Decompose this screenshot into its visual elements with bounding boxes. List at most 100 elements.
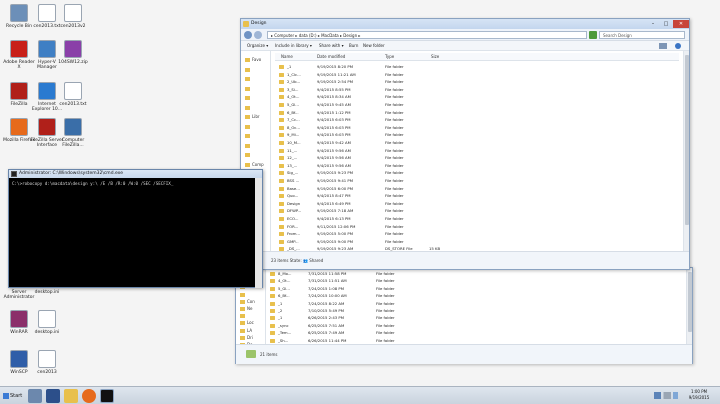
nav-item[interactable] — [245, 133, 252, 138]
desktop-icon[interactable]: desktop.ini — [30, 310, 64, 335]
app-icon — [38, 350, 56, 368]
tray-icons[interactable] — [654, 392, 678, 399]
cmd-scrollbar[interactable] — [255, 178, 262, 288]
folder-icon — [279, 239, 284, 244]
nav-item[interactable] — [245, 86, 252, 91]
nav-item-icon — [245, 86, 250, 91]
folder-icon — [279, 171, 284, 176]
nav-item[interactable] — [245, 76, 252, 81]
nav-item-label: Favo — [252, 57, 262, 62]
cmd-icon — [11, 171, 17, 177]
app-icon — [10, 310, 28, 328]
nav-item[interactable] — [240, 292, 247, 297]
firefox-taskbar-icon[interactable] — [82, 389, 96, 403]
cmd-line: C:\>robocopy d:\macdata\design y:\ /E /B… — [12, 181, 174, 186]
minimize-button[interactable]: – — [647, 20, 659, 28]
nav-item-icon — [240, 307, 245, 311]
nav-item[interactable]: Dri — [240, 335, 253, 340]
share-with-menu[interactable]: Share with ▾ — [319, 41, 344, 51]
nav-item-icon — [245, 105, 250, 110]
start-button[interactable]: Start — [1, 389, 25, 403]
nav-item-icon — [245, 115, 250, 119]
desktop-icon[interactable]: cen2013.txt — [56, 82, 90, 107]
column-size[interactable]: Size — [431, 53, 439, 61]
nav-item[interactable]: Comp — [245, 162, 264, 167]
folder-icon — [279, 72, 284, 77]
app-icon — [64, 40, 82, 58]
app-icon — [38, 40, 56, 58]
clock[interactable]: 1:00 PM 9/19/2015 — [682, 389, 716, 401]
nav-item-label: Ne — [247, 306, 253, 311]
desktop-icon-label: cen2013 — [37, 370, 57, 375]
new-folder-button[interactable]: New folder — [363, 41, 385, 51]
nav-item-icon — [240, 321, 245, 326]
powershell-icon[interactable] — [46, 389, 60, 403]
include-in-library-menu[interactable]: Include in library ▾ — [275, 41, 312, 51]
folder-icon — [270, 316, 275, 321]
maximize-button[interactable]: □ — [660, 20, 672, 28]
desktop-icon[interactable]: Computer FileZilla... — [56, 118, 90, 148]
folder-icon — [279, 179, 284, 183]
column-type[interactable]: Type — [385, 53, 394, 61]
cmd-title: Administrator: C:\Windows\system32\cmd.e… — [19, 171, 123, 176]
scrollbar[interactable] — [683, 51, 689, 251]
organize-menu[interactable]: Organize ▾ — [247, 41, 268, 51]
nav-item-icon — [245, 143, 250, 148]
nav-item[interactable] — [245, 152, 252, 157]
view-options-icon[interactable] — [659, 43, 667, 49]
explorer-taskbar-icon[interactable] — [64, 389, 78, 403]
windows-logo-icon — [3, 392, 9, 399]
cmd-window[interactable]: Administrator: C:\Windows\system32\cmd.e… — [8, 169, 263, 288]
cmd-taskbar-icon[interactable] — [100, 389, 114, 403]
app-icon — [10, 40, 28, 58]
address-bar[interactable]: ▸ Computer ▸ data (D:) ▸ MacData ▸ Desig… — [267, 31, 587, 39]
nav-item[interactable]: Ne — [240, 306, 252, 311]
folder-icon — [279, 163, 284, 168]
explorer-window-front[interactable]: Design – □ ✕ ▸ Computer ▸ data (D:) ▸ Ma… — [240, 18, 690, 270]
server-manager-icon[interactable] — [28, 389, 42, 403]
nav-item-icon — [240, 292, 245, 297]
app-icon — [64, 82, 82, 100]
folder-icon — [279, 103, 284, 107]
nav-item[interactable] — [245, 67, 252, 72]
column-name[interactable]: Name — [281, 53, 293, 61]
search-input[interactable]: Search Design — [599, 31, 685, 39]
burn-button[interactable]: Burn — [349, 41, 358, 51]
help-icon[interactable] — [675, 43, 681, 49]
nav-item[interactable]: Libr — [245, 114, 260, 119]
explorer-window-back[interactable]: HiNVVidConNeLocLADriDo 8_Mo...7/31/2015 … — [235, 267, 693, 364]
desktop-icon-label: 104SW12.zip — [58, 60, 88, 65]
nav-item-icon — [245, 67, 250, 72]
file-list: _1 9/19/2015 8:20 PM File folder 1_Clc... 9/… — [279, 63, 679, 253]
folder-icon — [270, 272, 275, 276]
explorer-titlebar[interactable]: Design – □ ✕ — [241, 19, 689, 29]
back-button[interactable] — [244, 31, 252, 39]
nav-item-icon — [240, 299, 245, 304]
nav-item[interactable] — [245, 143, 252, 148]
address-row: ▸ Computer ▸ data (D:) ▸ MacData ▸ Desig… — [241, 29, 689, 41]
nav-item[interactable] — [240, 313, 247, 319]
desktop-icon[interactable]: cen2013v2 — [56, 4, 90, 29]
nav-item[interactable] — [245, 95, 252, 100]
close-button[interactable]: ✕ — [673, 20, 689, 28]
cmd-titlebar[interactable]: Administrator: C:\Windows\system32\cmd.e… — [9, 170, 262, 178]
folder-icon — [279, 217, 284, 221]
nav-item-label: Dri — [247, 334, 253, 340]
forward-button[interactable] — [254, 31, 262, 39]
scrollbar-back[interactable] — [686, 268, 692, 354]
column-date-modified[interactable]: Date modified — [317, 53, 345, 61]
nav-item-label: Con — [247, 298, 255, 304]
desktop-icon[interactable]: cen2013 — [30, 350, 64, 375]
refresh-icon[interactable] — [589, 31, 597, 39]
nav-item[interactable] — [245, 124, 252, 129]
command-bar: Organize ▾ Include in library ▾ Share wi… — [241, 41, 689, 51]
nav-item[interactable]: Con — [240, 299, 255, 304]
desktop-icon-label: Computer FileZilla... — [61, 138, 85, 148]
folder-icon — [270, 309, 275, 313]
nav-item[interactable]: Loc — [240, 320, 254, 326]
nav-item[interactable] — [245, 105, 252, 110]
nav-item[interactable]: LA — [240, 328, 252, 333]
desktop-icon[interactable]: 104SW12.zip — [56, 40, 90, 65]
cmd-console[interactable]: C:\>robocopy d:\macdata\design y:\ /E /B… — [9, 178, 256, 288]
nav-item[interactable]: Favo — [245, 57, 261, 62]
